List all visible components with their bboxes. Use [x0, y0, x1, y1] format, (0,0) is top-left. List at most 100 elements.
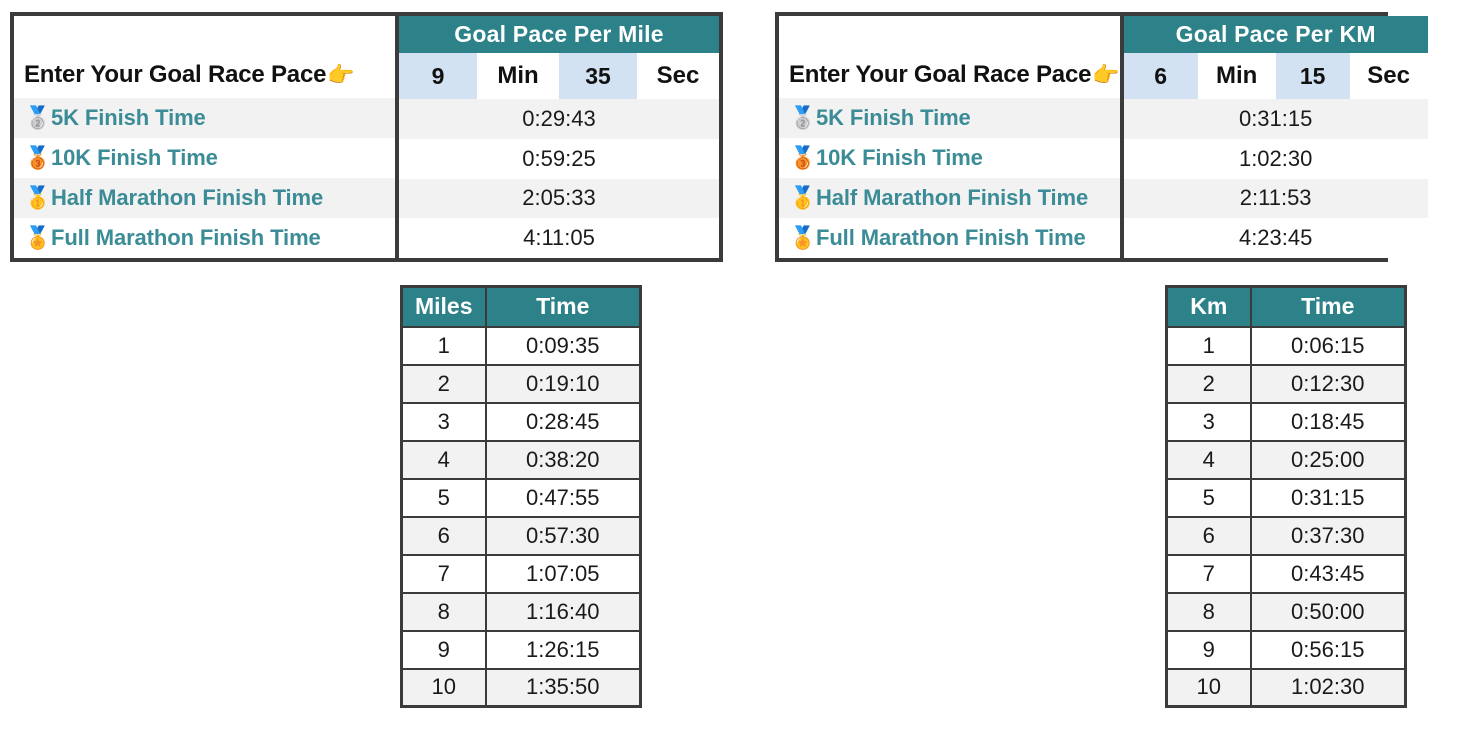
table-row: 8 0:50:00 [1165, 591, 1407, 632]
panel-title-mile: Goal Pace Per Mile [399, 16, 719, 53]
distance-row-full-marathon-km: 🏅 Full Marathon Finish Time [779, 218, 1120, 258]
sports-medal-icon: 🏅 [789, 225, 817, 250]
mile-splits-table: Miles Time 1 0:09:35 2 0:19:10 3 0:28:45 4 0:38… [400, 285, 642, 708]
table-row: 4 0:38:20 [400, 439, 642, 480]
distance-label-full-marathon: Full Marathon Finish Time [51, 225, 321, 250]
split-distance-cell: 10 [400, 667, 487, 708]
split-distance-cell: 5 [1165, 477, 1252, 518]
finish-time-value-full-marathon-mile: 4:11:05 [399, 218, 719, 258]
mile-splits-body: 1 0:09:35 2 0:19:10 3 0:28:45 4 0:38:20 5 0:47:55… [400, 325, 642, 708]
distance-row-half-marathon: 🥇 Half Marathon Finish Time [14, 178, 395, 218]
split-time-cell: 0:19:10 [484, 363, 642, 404]
pace-minutes-unit-km: Min [1197, 52, 1276, 100]
split-distance-cell: 10 [1165, 667, 1252, 708]
split-distance-cell: 4 [400, 439, 487, 480]
finish-time-value-5k-mile: 0:29:43 [399, 99, 719, 139]
split-time-cell: 1:16:40 [484, 591, 642, 632]
finish-time-value-5k-km: 0:31:15 [1123, 99, 1428, 139]
table-row: 9 0:56:15 [1165, 629, 1407, 670]
split-time-cell: 0:57:30 [484, 515, 642, 556]
distance-label-10k: 10K Finish Time [51, 145, 218, 170]
distance-label-10k-km: 10K Finish Time [816, 145, 983, 170]
split-time-cell: 0:25:00 [1249, 439, 1407, 480]
distance-label-5k-km: 5K Finish Time [816, 105, 971, 130]
distance-row-5k: 🥈 5K Finish Time [14, 98, 395, 138]
table-row: 3 0:28:45 [400, 401, 642, 442]
split-time-cell: 0:06:15 [1249, 325, 1407, 366]
split-distance-cell: 3 [400, 401, 487, 442]
goal-pace-per-km-panel: Enter Your Goal Race Pace 👉 🥈 5K Finish … [775, 12, 1428, 262]
split-time-cell: 1:26:15 [484, 629, 642, 670]
pace-input-row-km: 6 Min 15 Sec [1123, 52, 1428, 100]
split-distance-cell: 6 [1165, 515, 1252, 556]
silver-medal-icon: 🥈 [24, 105, 52, 130]
table-row: 2 0:19:10 [400, 363, 642, 404]
distance-row-10k-km: 🥉 10K Finish Time [779, 138, 1120, 178]
split-time-cell: 1:02:30 [1249, 667, 1407, 708]
column-header-time: Time [1249, 285, 1407, 328]
gold-medal-icon: 🥇 [789, 185, 817, 210]
pace-minutes-input-km[interactable]: 6 [1123, 52, 1198, 100]
split-distance-cell: 2 [1165, 363, 1252, 404]
pace-seconds-unit-km: Sec [1349, 52, 1428, 100]
distance-label-half-marathon: Half Marathon Finish Time [51, 185, 324, 210]
table-row: 1 0:06:15 [1165, 325, 1407, 366]
table-row: 5 0:47:55 [400, 477, 642, 518]
pace-labels-column-km: Enter Your Goal Race Pace 👉 🥈 5K Finish … [779, 16, 1124, 258]
distance-label-full-marathon-km: Full Marathon Finish Time [816, 225, 1086, 250]
pace-seconds-input-mile[interactable]: 35 [559, 52, 637, 100]
table-row: 6 0:57:30 [400, 515, 642, 556]
pace-values-column-km: Goal Pace Per KM 6 Min 15 Sec 0:31:15 1:… [1123, 16, 1428, 258]
split-time-cell: 0:38:20 [484, 439, 642, 480]
split-time-cell: 0:47:55 [484, 477, 642, 518]
split-time-cell: 0:37:30 [1249, 515, 1407, 556]
table-row: 5 0:31:15 [1165, 477, 1407, 518]
split-time-cell: 0:56:15 [1249, 629, 1407, 670]
table-row: 6 0:37:30 [1165, 515, 1407, 556]
pace-prompt-label-km: Enter Your Goal Race Pace [789, 60, 1092, 88]
finish-time-value-full-marathon-km: 4:23:45 [1123, 218, 1428, 258]
column-header-miles: Miles [400, 285, 487, 328]
split-distance-cell: 7 [1165, 553, 1252, 594]
distance-row-full-marathon: 🏅 Full Marathon Finish Time [14, 218, 395, 258]
split-distance-cell: 1 [400, 325, 487, 366]
split-distance-cell: 8 [400, 591, 487, 632]
pace-seconds-input-km[interactable]: 15 [1275, 52, 1350, 100]
pointing-right-hand-icon: 👉 [1092, 61, 1120, 87]
table-row: 4 0:25:00 [1165, 439, 1407, 480]
split-time-cell: 0:18:45 [1249, 401, 1407, 442]
pace-minutes-input-mile[interactable]: 9 [399, 52, 477, 100]
sports-medal-icon: 🏅 [24, 225, 52, 250]
table-row: 3 0:18:45 [1165, 401, 1407, 442]
split-distance-cell: 9 [400, 629, 487, 670]
km-splits-table: Km Time 1 0:06:15 2 0:12:30 3 0:18:45 4 0:25:00… [1165, 285, 1407, 708]
table-header-row: Km Time [1165, 285, 1407, 328]
split-distance-cell: 3 [1165, 401, 1252, 442]
split-distance-cell: 7 [400, 553, 487, 594]
km-splits-body: 1 0:06:15 2 0:12:30 3 0:18:45 4 0:25:00 5 0:31:15… [1165, 325, 1407, 708]
split-time-cell: 0:09:35 [484, 325, 642, 366]
table-row: 1 0:09:35 [400, 325, 642, 366]
pace-prompt-row: Enter Your Goal Race Pace 👉 [14, 51, 395, 98]
split-distance-cell: 6 [400, 515, 487, 556]
split-distance-cell: 5 [400, 477, 487, 518]
split-time-cell: 0:12:30 [1249, 363, 1407, 404]
split-distance-cell: 4 [1165, 439, 1252, 480]
gold-medal-icon: 🥇 [24, 185, 52, 210]
split-time-cell: 0:28:45 [484, 401, 642, 442]
pointing-right-hand-icon: 👉 [327, 61, 355, 87]
distance-row-half-marathon-km: 🥇 Half Marathon Finish Time [779, 178, 1120, 218]
split-distance-cell: 9 [1165, 629, 1252, 670]
finish-time-value-half-marathon-mile: 2:05:33 [399, 178, 719, 219]
column-header-km: Km [1165, 285, 1252, 328]
finish-time-value-10k-mile: 0:59:25 [399, 138, 719, 179]
table-row: 10 1:02:30 [1165, 667, 1407, 708]
table-row: 8 1:16:40 [400, 591, 642, 632]
pace-labels-column: Enter Your Goal Race Pace 👉 🥈 5K Finish … [14, 16, 399, 258]
distance-label-half-marathon-km: Half Marathon Finish Time [816, 185, 1089, 210]
pace-seconds-unit-mile: Sec [637, 52, 719, 100]
split-distance-cell: 8 [1165, 591, 1252, 632]
pace-input-row-mile: 9 Min 35 Sec [399, 52, 719, 100]
table-header-row: Miles Time [400, 285, 642, 328]
pace-values-column: Goal Pace Per Mile 9 Min 35 Sec 0:29:43 … [399, 16, 719, 258]
